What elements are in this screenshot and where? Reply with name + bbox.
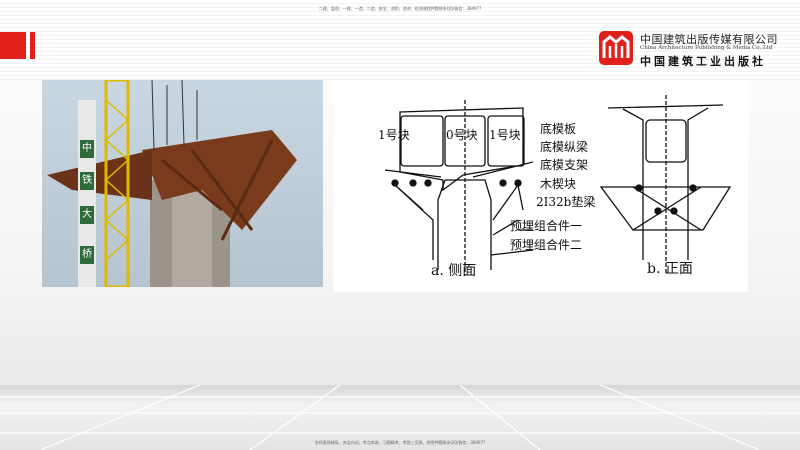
publisher-name-2: 中国建筑工业出版社 (640, 55, 766, 68)
diagram-label: 底模纵梁 (540, 140, 589, 154)
publisher-logo: 中国建筑出版传媒有限公司 China Architecture Publishi… (598, 30, 778, 70)
publisher-logo-icon (599, 31, 633, 65)
photo-sign: 铁 (80, 172, 94, 190)
photo-sign: 中 (80, 140, 94, 158)
block-label: 0号块 (446, 128, 478, 142)
accent-bar (0, 32, 26, 59)
diagram-label: 底模板 (540, 122, 577, 136)
photo-sign: 大 (80, 206, 94, 224)
diagram-label: 预埋组合件一 (510, 219, 583, 233)
diagram-label: 底模支架 (540, 158, 589, 172)
block-label: 1号块 (489, 128, 521, 142)
footer-note: 名师直授辅导、夹念内训、考点串讲、习题精考、考前三页纸、绝密押题联系QQ/微信：… (314, 440, 486, 445)
formwork-diagram: 1号块 0号块 1号块 底模板 底模纵梁 底模支架 木楔块 2I32b垫梁 预埋… (333, 80, 748, 292)
caption-side-view: a. 侧面 (431, 263, 477, 279)
publisher-name-en: China Architecture Publishing & Media Co… (640, 45, 773, 51)
header-note: 二建、监理、一建、一造、二造、安全、消防、咨询、检测课程押题联系QQ/微信：38… (318, 6, 482, 11)
block-label: 1号块 (378, 128, 410, 142)
diagram-label: 预埋组合件二 (510, 238, 583, 252)
diagram-label: 木楔块 (540, 177, 577, 191)
accent-bar-small (30, 32, 35, 59)
photo-sign: 桥 (80, 246, 94, 264)
caption-front-view: b. 正面 (647, 261, 693, 277)
diagram-label: 2I32b垫梁 (536, 195, 596, 209)
construction-photo: 中 铁 大 桥 (42, 80, 323, 287)
